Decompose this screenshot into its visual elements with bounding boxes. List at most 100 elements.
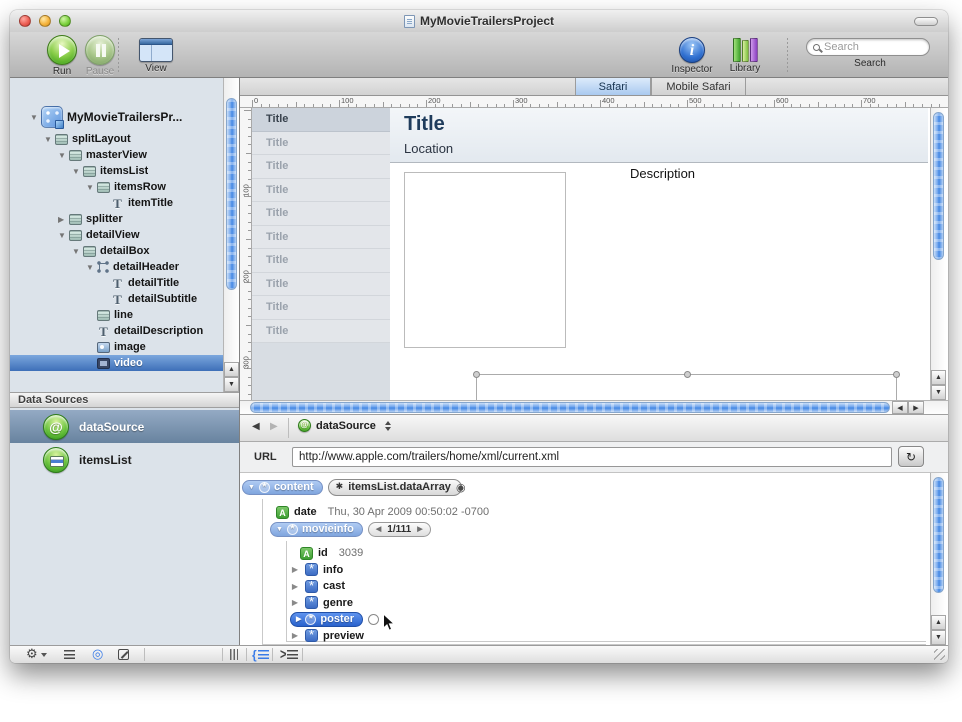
pause-button[interactable]: Pause <box>72 34 128 77</box>
node-pill-movieinfo[interactable]: ▼*movieinfo <box>270 522 363 537</box>
forward-arrow-icon[interactable]: ▶ <box>270 421 278 432</box>
selection-handle[interactable] <box>684 371 691 378</box>
stepper-prev-icon[interactable]: ◀ <box>376 525 381 533</box>
tab-safari[interactable]: Safari <box>575 78 651 95</box>
node-row-movieinfo[interactable]: ▼*movieinfo◀1/111▶ <box>270 521 431 537</box>
list-row-title[interactable]: Title <box>252 155 390 179</box>
list-row-title[interactable]: Title <box>252 296 390 320</box>
tree-item-detailbox[interactable]: ▼detailBox <box>10 243 239 259</box>
disclosure-open-icon[interactable]: ▼ <box>58 231 69 240</box>
tree-item-detaildescription[interactable]: TdetailDescription <box>10 323 239 339</box>
list-row-title[interactable]: Title <box>252 273 390 297</box>
target-icon[interactable]: ◉ <box>456 481 466 494</box>
scroll-up-arrow[interactable]: ▲ <box>931 370 946 385</box>
binding-radio[interactable] <box>368 614 379 625</box>
node-row-genre[interactable]: ▶*genre <box>290 595 353 611</box>
tree-item-mymovietrailerspr[interactable]: ▼MyMovieTrailersPr... <box>10 103 239 131</box>
node-pill-poster[interactable]: ▶*poster <box>290 612 363 627</box>
node-row-preview[interactable]: ▶*preview <box>290 628 364 644</box>
scroll-right-arrow[interactable]: ▶ <box>908 401 924 414</box>
list-row-title[interactable]: Title <box>252 132 390 156</box>
selection-handle[interactable] <box>893 371 900 378</box>
tree-item-video[interactable]: video <box>10 355 239 371</box>
data-source-popup[interactable]: @ dataSource <box>298 419 391 432</box>
url-input[interactable] <box>292 447 892 467</box>
tree-item-detailview[interactable]: ▼detailView <box>10 227 239 243</box>
stepper-next-icon[interactable]: ▶ <box>417 525 422 533</box>
attr-row-id[interactable]: Aid3039 <box>300 545 363 561</box>
canvas-vertical-scrollbar[interactable]: ▲ ▼ <box>930 108 946 400</box>
scrollbar-thumb[interactable] <box>933 477 944 593</box>
tree-item-image[interactable]: image <box>10 339 239 355</box>
tree-item-splitlayout[interactable]: ▼splitLayout <box>10 131 239 147</box>
drag-handle-icon[interactable] <box>230 647 238 662</box>
scrollbar-thumb[interactable] <box>250 402 890 413</box>
scroll-down-arrow[interactable]: ▼ <box>224 377 239 392</box>
node-row-info[interactable]: ▶*info <box>290 562 343 578</box>
tree-item-itemslist[interactable]: ▼itemsList <box>10 163 239 179</box>
detail-header[interactable]: Title Location <box>390 108 928 163</box>
tree-item-detailheader[interactable]: ▼detailHeader <box>10 259 239 275</box>
view-button[interactable]: View <box>128 34 184 74</box>
title-bar[interactable]: MyMovieTrailersProject <box>10 10 948 32</box>
zoom-button-icon[interactable] <box>59 15 71 27</box>
refresh-button[interactable]: ↻ <box>898 446 924 467</box>
disclosure-open-icon[interactable]: ▼ <box>58 151 69 160</box>
tree-item-detailsubtitle[interactable]: TdetailSubtitle <box>10 291 239 307</box>
attr-row-date[interactable]: AdateThu, 30 Apr 2009 00:50:02 -0700 <box>276 504 489 520</box>
tab-mobile-safari[interactable]: Mobile Safari <box>651 78 746 95</box>
scroll-up-arrow[interactable]: ▲ <box>931 615 946 630</box>
disclosure-open-icon[interactable]: ▼ <box>86 263 97 272</box>
list-row-title[interactable]: Title <box>252 108 390 132</box>
node-pill-content[interactable]: ▼*content <box>242 480 323 495</box>
back-arrow-icon[interactable]: ◀ <box>252 421 260 432</box>
data-source-item-itemslist[interactable]: itemsList <box>10 443 239 476</box>
scroll-left-arrow[interactable]: ◀ <box>892 401 908 414</box>
resize-grip[interactable] <box>934 649 945 660</box>
list-icon[interactable] <box>64 647 75 662</box>
search-input[interactable] <box>824 41 914 53</box>
selection-handle[interactable] <box>473 371 480 378</box>
scroll-down-arrow[interactable]: ▼ <box>931 385 946 400</box>
list-row-title[interactable]: Title <box>252 226 390 250</box>
disclosure-closed-icon[interactable]: ▶ <box>290 582 300 591</box>
toolbar-toggle-button[interactable] <box>914 17 938 26</box>
tree-item-detailtitle[interactable]: TdetailTitle <box>10 275 239 291</box>
disclosure-closed-icon[interactable]: ▶ <box>290 631 300 640</box>
inspector-button[interactable]: i Inspector <box>664 34 720 75</box>
binding-capsule[interactable]: ✱itemsList.dataArray◉ <box>328 479 462 496</box>
node-row-cast[interactable]: ▶*cast <box>290 578 345 594</box>
disclosure-open-icon[interactable]: ▼ <box>86 183 97 192</box>
description-text[interactable]: Description <box>630 166 695 181</box>
tree-item-line[interactable]: line <box>10 307 239 323</box>
target-icon[interactable]: ◎ <box>92 647 103 662</box>
tree-item-itemsrow[interactable]: ▼itemsRow <box>10 179 239 195</box>
search-field[interactable] <box>806 38 930 56</box>
stack-open-icon[interactable]: { <box>252 647 269 662</box>
disclosure-open-icon[interactable]: ▼ <box>248 484 255 491</box>
detail-location-text[interactable]: Location <box>404 141 453 156</box>
scrollbar-thumb[interactable] <box>933 112 944 260</box>
disclosure-open-icon[interactable]: ▼ <box>30 113 41 122</box>
list-row-title[interactable]: Title <box>252 249 390 273</box>
sidebar-scrollbar[interactable]: ▲ ▼ <box>223 78 239 392</box>
edit-icon[interactable] <box>118 647 129 662</box>
tree-item-masterview[interactable]: ▼masterView <box>10 147 239 163</box>
scroll-up-arrow[interactable]: ▲ <box>224 362 239 377</box>
disclosure-open-icon[interactable]: ▼ <box>44 135 55 144</box>
node-row-poster[interactable]: ▶*poster <box>290 611 379 627</box>
disclosure-open-icon[interactable]: ▼ <box>276 526 283 533</box>
panel-vertical-scrollbar[interactable]: ▲ ▼ <box>930 473 946 645</box>
disclosure-open-icon[interactable]: ▼ <box>72 167 83 176</box>
list-row-title[interactable]: Title <box>252 179 390 203</box>
detail-title-text[interactable]: Title <box>404 113 445 136</box>
stack-run-icon[interactable]: > <box>280 647 298 662</box>
gear-icon[interactable]: ⚙ <box>26 647 47 662</box>
minimize-button-icon[interactable] <box>39 15 51 27</box>
tree-item-splitter[interactable]: ▶splitter <box>10 211 239 227</box>
disclosure-open-icon[interactable]: ▼ <box>72 247 83 256</box>
data-source-item-datasource[interactable]: @dataSource <box>10 410 239 443</box>
close-button-icon[interactable] <box>19 15 31 27</box>
disclosure-closed-icon[interactable]: ▶ <box>296 615 301 623</box>
tree-item-itemtitle[interactable]: TitemTitle <box>10 195 239 211</box>
